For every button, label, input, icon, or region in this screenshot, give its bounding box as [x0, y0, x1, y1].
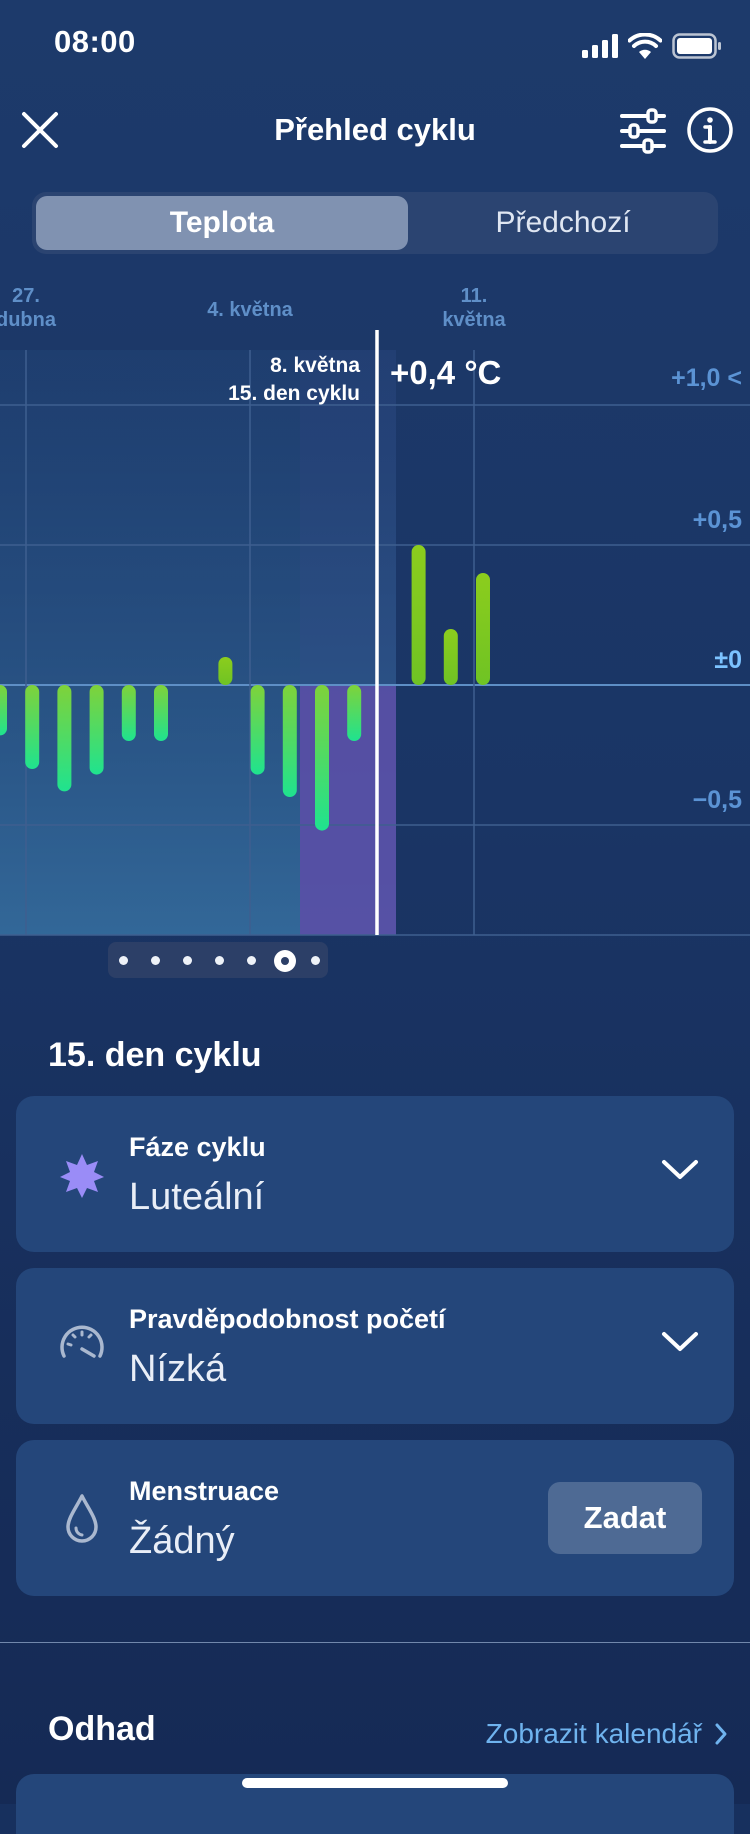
- temperature-bar: [0, 685, 7, 736]
- conception-probability-value: Nízká: [129, 1348, 227, 1390]
- conception-probability-card[interactable]: Pravděpodobnost početí Nízká: [16, 1268, 734, 1424]
- show-calendar-label: Zobrazit kalendář: [485, 1718, 702, 1749]
- date-label-text: 27. dubna: [0, 285, 56, 331]
- page-dot[interactable]: [183, 956, 192, 965]
- temperature-bar: [476, 573, 490, 685]
- filter-sliders-icon[interactable]: [618, 108, 668, 154]
- home-indicator: [242, 1778, 508, 1788]
- estimate-title: Odhad: [48, 1710, 156, 1748]
- chart-canvas: [0, 330, 750, 936]
- chevron-down-icon[interactable]: [660, 1328, 700, 1356]
- selected-date: 8. května: [270, 354, 360, 377]
- cycle-phase-label: Fáze cyklu: [129, 1132, 266, 1162]
- y-label-zero: ±0: [714, 646, 742, 674]
- temperature-bar: [218, 657, 233, 685]
- date-label-text: 4. května: [207, 299, 293, 321]
- cycle-phase-value: Luteální: [129, 1176, 265, 1218]
- page-dot[interactable]: [311, 956, 320, 965]
- show-calendar-link[interactable]: Zobrazit kalendář: [486, 1718, 728, 1750]
- page-dot[interactable]: [247, 956, 256, 965]
- tab-teplota[interactable]: Teplota: [36, 196, 408, 250]
- section-divider: [0, 1642, 750, 1643]
- app-screen: 08:00 Přehled cyklu Teplota Předchozí 27…: [0, 0, 750, 1834]
- y-label-plus1: +1,0 <: [671, 364, 742, 392]
- view-segmented-control: Teplota Předchozí: [32, 192, 718, 254]
- temperature-bar: [154, 685, 168, 741]
- page-dot[interactable]: [151, 956, 160, 965]
- temperature-bar: [282, 685, 297, 797]
- drop-icon: [66, 1494, 98, 1543]
- temperature-bar: [443, 629, 458, 685]
- gauge-icon: [60, 1325, 104, 1358]
- wifi-icon: [628, 33, 662, 59]
- selected-cycle-day: 15. den cyklu: [228, 382, 360, 405]
- temperature-bar: [411, 545, 426, 685]
- page-dot[interactable]: [215, 956, 224, 965]
- conception-probability-label: Pravděpodobnost početí: [129, 1304, 446, 1334]
- temperature-bar: [121, 685, 136, 741]
- date-label-may11: 11. května: [422, 284, 526, 332]
- date-label-may4: 4. května: [190, 298, 310, 322]
- temperature-bar: [57, 685, 72, 792]
- chevron-down-icon[interactable]: [660, 1156, 700, 1184]
- page-dot-active[interactable]: [274, 950, 296, 972]
- chart-page-indicator[interactable]: [108, 942, 328, 978]
- temperature-bar: [250, 685, 265, 775]
- selected-date-tooltip: 8. května 15. den cyklu: [228, 352, 360, 408]
- chevron-right-icon: [715, 1723, 727, 1745]
- temperature-bar: [25, 685, 40, 769]
- sparkle-icon: [60, 1154, 104, 1198]
- add-menstruation-button[interactable]: Zadat: [548, 1482, 702, 1554]
- menstruation-label: Menstruace: [129, 1476, 280, 1506]
- day-section-title: 15. den cyklu: [48, 1036, 262, 1074]
- tab-predchozi[interactable]: Předchozí: [412, 196, 714, 250]
- y-label-minus05: −0,5: [692, 786, 742, 814]
- y-label-plus05: +0,5: [692, 506, 742, 534]
- date-label-apr27: 27. dubna: [0, 284, 64, 332]
- menstruation-value: Žádný: [129, 1520, 235, 1562]
- temperature-chart[interactable]: 27. dubna 4. května 11. května +1,0 < +0…: [0, 270, 750, 990]
- temperature-bar: [89, 685, 104, 775]
- signal-icon: [582, 34, 618, 58]
- date-label-text: 11. května: [442, 285, 506, 331]
- info-icon[interactable]: [686, 106, 734, 154]
- status-time: 08:00: [54, 24, 136, 59]
- status-icons: [582, 30, 722, 62]
- selected-temperature-value: +0,4 °C: [390, 354, 502, 391]
- page-dot[interactable]: [119, 956, 128, 965]
- temperature-bar: [347, 685, 362, 741]
- menstruation-card: Menstruace Žádný Zadat: [16, 1440, 734, 1596]
- cycle-phase-card[interactable]: Fáze cyklu Luteální: [16, 1096, 734, 1252]
- battery-icon: [672, 33, 721, 59]
- temperature-bar: [315, 685, 329, 831]
